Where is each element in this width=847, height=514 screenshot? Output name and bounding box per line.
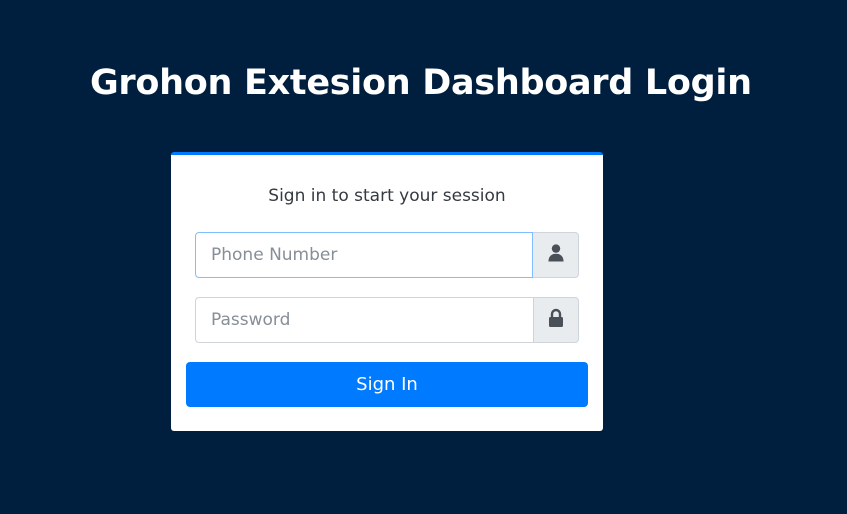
login-card: Sign in to start your session Sign In [171, 152, 603, 431]
password-input[interactable] [195, 297, 533, 343]
login-message: Sign in to start your session [268, 186, 506, 206]
phone-input-group [195, 232, 579, 278]
page-title: Grohon Extesion Dashboard Login [90, 63, 752, 103]
sign-in-button[interactable]: Sign In [186, 362, 588, 407]
phone-addon [533, 232, 579, 278]
lock-icon [548, 308, 564, 332]
password-addon [533, 297, 579, 343]
phone-number-input[interactable] [195, 232, 533, 278]
login-page: { "page": { "title": "Grohon Extesion Da… [0, 0, 847, 514]
user-icon [548, 244, 564, 266]
password-input-group [195, 297, 579, 343]
